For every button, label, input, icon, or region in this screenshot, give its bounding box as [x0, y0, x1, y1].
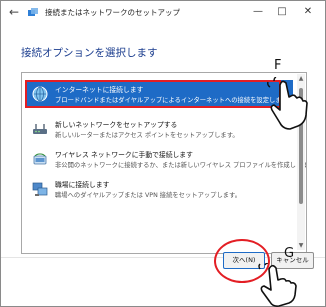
title-bar: ← 接続またはネットワークのセットアップ — □ ✕	[1, 1, 325, 25]
option-new-network[interactable]: 新しいネットワークをセットアップする 新しいルーターまたはアクセス ポイントをセ…	[25, 115, 293, 143]
close-button[interactable]: ✕	[299, 4, 317, 20]
option-description: 非公開のネットワークに接続するか、または新しいワイヤレス プロファイルを作成しま…	[55, 162, 307, 169]
maximize-button[interactable]: □	[273, 4, 291, 20]
selected-option-highlight	[25, 80, 281, 108]
network-setup-icon	[28, 8, 38, 16]
option-title: ワイヤレス ネットワークに手動で接続します	[55, 151, 193, 159]
back-arrow-icon[interactable]: ←	[9, 5, 19, 19]
minimize-button[interactable]: —	[249, 4, 267, 20]
window-title: 接続またはネットワークのセットアップ	[45, 8, 180, 17]
option-description: 職場へのダイヤルアップまたは VPN 接続をセットアップします。	[55, 192, 242, 199]
callout-g-label: G	[284, 246, 295, 261]
router-icon	[33, 124, 47, 134]
workplace-icon	[32, 182, 48, 196]
option-title: 新しいネットワークをセットアップする	[55, 121, 178, 129]
option-title: 職場に接続します	[55, 181, 110, 189]
option-workplace[interactable]: 職場に接続します 職場へのダイヤルアップまたは VPN 接続をセットアップします…	[25, 175, 293, 203]
wireless-icon	[33, 153, 47, 165]
setup-window: ← 接続またはネットワークのセットアップ — □ ✕ 接続オプションを選択します…	[0, 0, 326, 307]
pointing-hand-icon	[258, 263, 297, 307]
callout-f-label: F	[274, 58, 282, 73]
scroll-down-icon[interactable]: ▼	[297, 242, 305, 249]
option-manual-wireless[interactable]: ワイヤレス ネットワークに手動で接続します 非公開のネットワークに接続するか、ま…	[25, 145, 306, 173]
pointing-hand-icon	[267, 77, 308, 130]
page-heading: 接続オプションを選択します	[21, 47, 158, 59]
option-description: 新しいルーターまたはアクセス ポイントをセットアップします。	[55, 132, 239, 139]
